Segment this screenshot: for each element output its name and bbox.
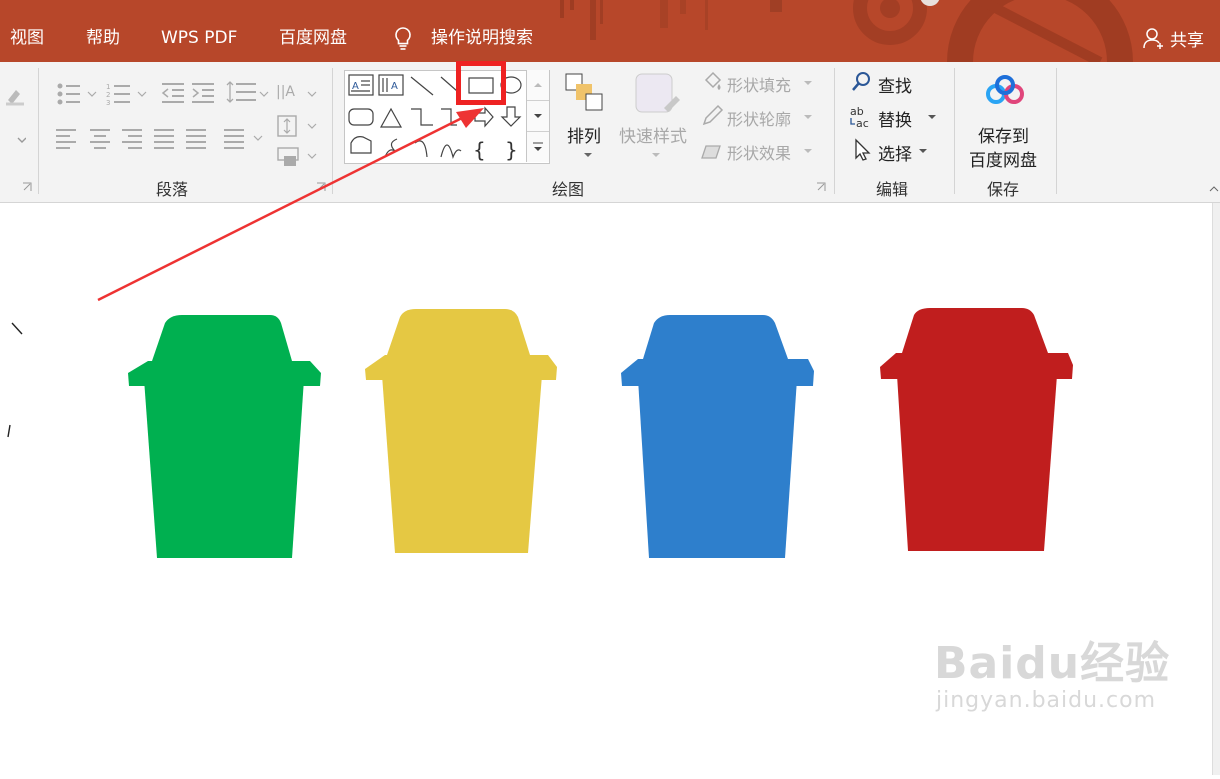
watermark-url: jingyan.baidu.com (936, 688, 1157, 713)
watermark-logo: Baidu经验 (934, 638, 1171, 689)
annotation-arrowhead (456, 108, 484, 128)
baidu-jingyan-watermark: Baidu经验 jingyan.baidu.com (934, 638, 1171, 714)
annotation-arrow (97, 116, 463, 302)
rectangle-highlight-box (456, 61, 506, 105)
